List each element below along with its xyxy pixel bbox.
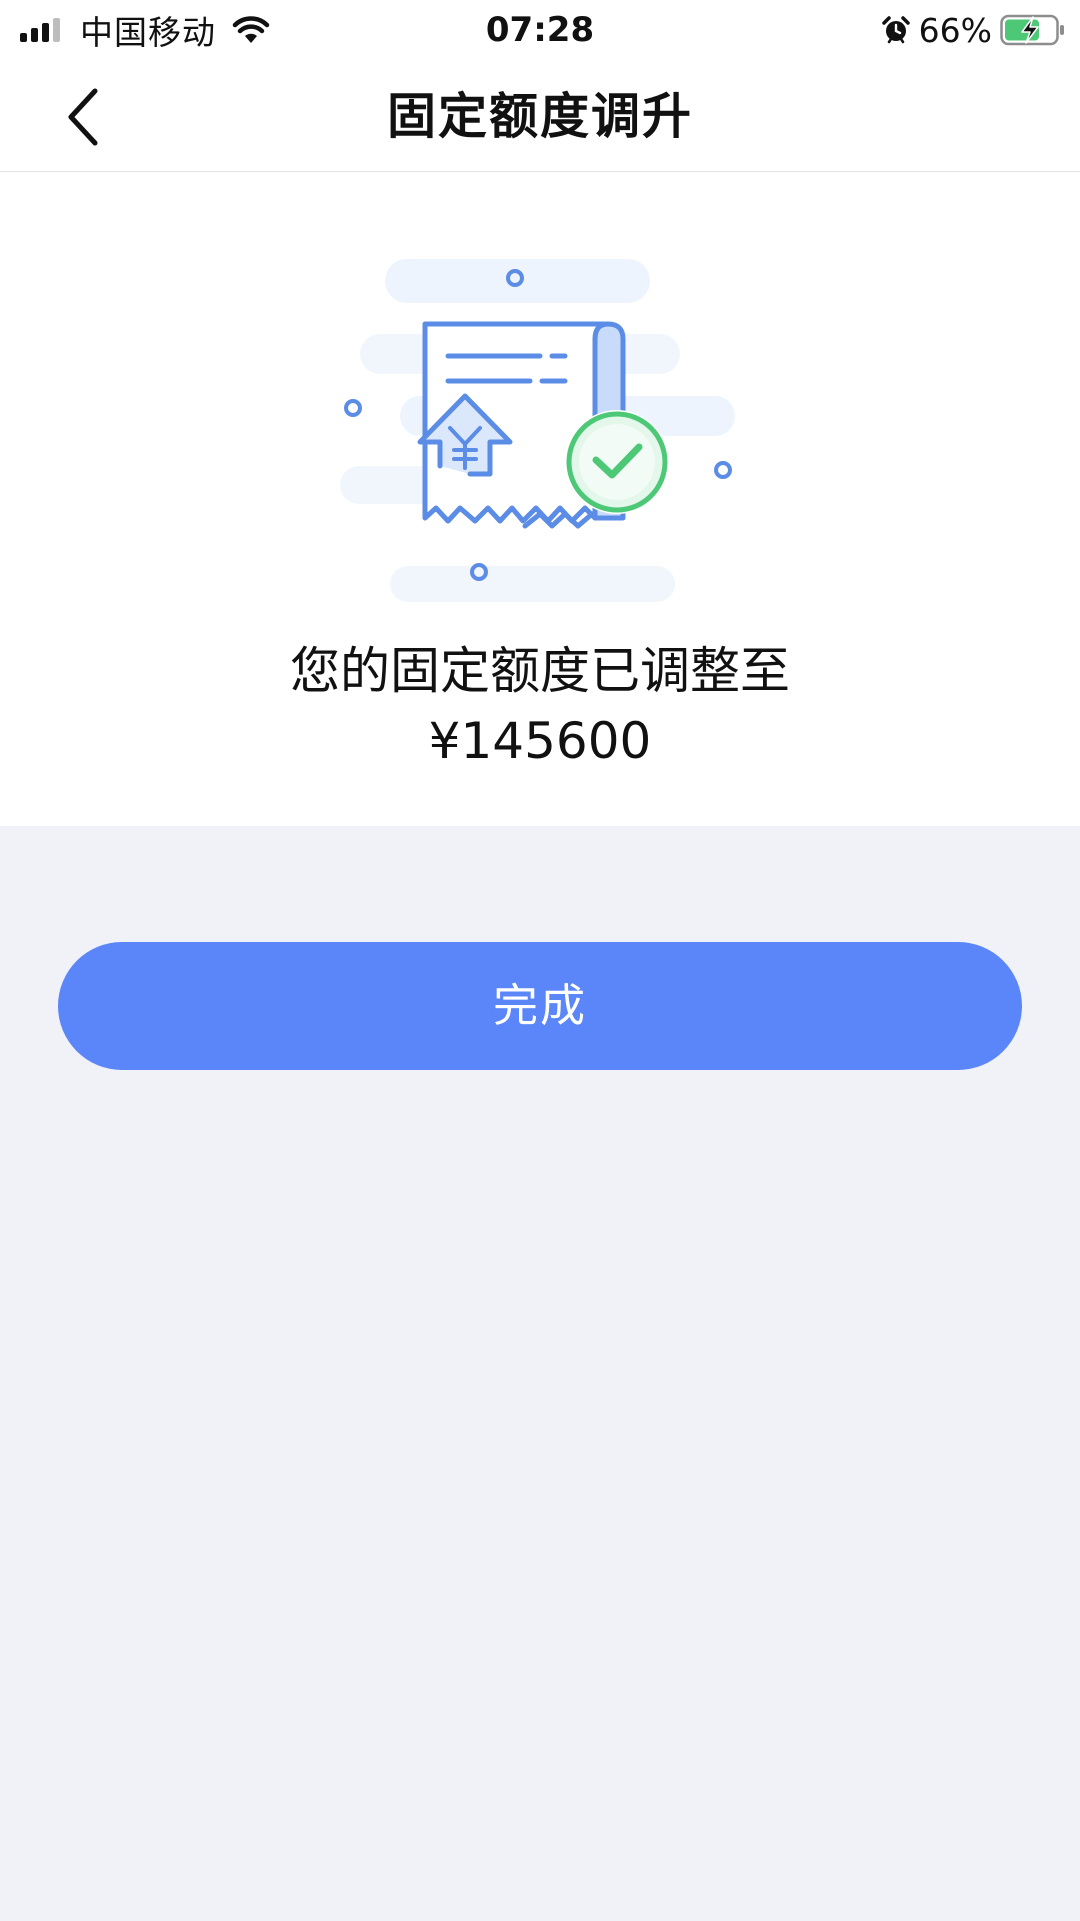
receipt-approved-icon [340,259,735,602]
nav-bar: 固定额度调升 [0,62,1080,172]
page-title: 固定额度调升 [386,88,693,145]
status-right: 66% [881,8,1066,52]
status-bar: 中国移动 07:28 66% [0,0,1080,62]
alarm-icon [881,16,910,44]
battery-percentage: 66% [918,10,992,50]
credit-amount: ¥145600 [428,712,652,770]
result-message: 您的固定额度已调整至 [290,642,790,700]
done-button[interactable]: 完成 [58,942,1022,1070]
battery-charging-icon [1000,14,1064,46]
back-button[interactable] [48,82,118,152]
chevron-left-icon [68,88,98,146]
result-panel: 您的固定额度已调整至 ¥145600 [0,172,1080,826]
